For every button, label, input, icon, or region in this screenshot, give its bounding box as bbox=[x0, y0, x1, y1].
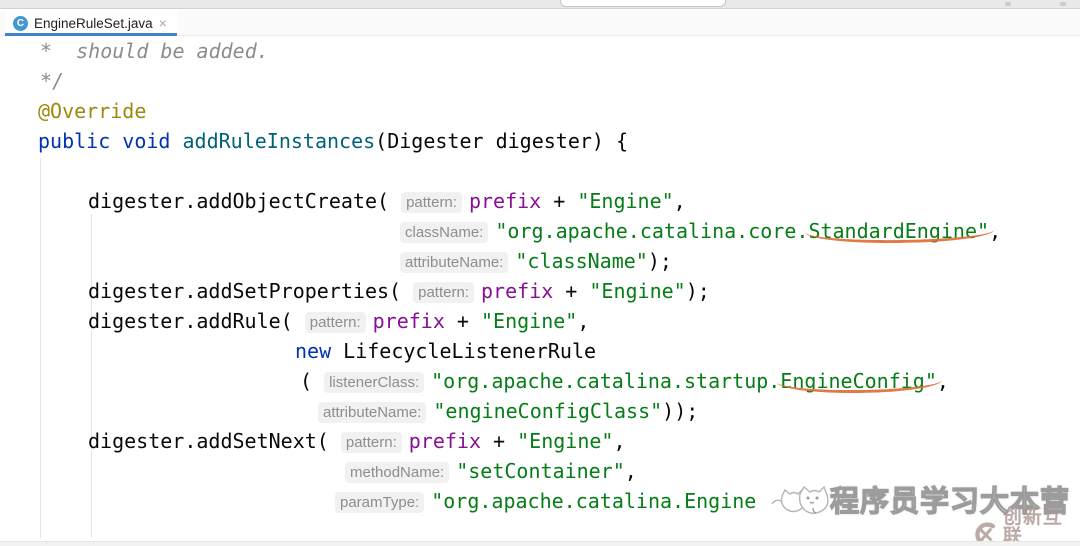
code-segment: + bbox=[481, 429, 518, 453]
code-segment: LifecycleListenerRule bbox=[343, 339, 597, 363]
ide-window: * should be added. */ @Override public void… bbox=[0, 0, 1080, 546]
parameter-hint: pattern: bbox=[340, 432, 402, 453]
editor-tab-bar: C EngineRuleSet.java × bbox=[0, 10, 1080, 36]
toolbar-icon-fragment bbox=[1005, 2, 1011, 6]
code-segment: "Engine" bbox=[481, 309, 578, 333]
code-line: className: "org.apache.catalina.core.Stan… bbox=[400, 216, 1001, 246]
code-segment: "engineConfigClass" bbox=[433, 399, 663, 423]
code-segment: prefix bbox=[468, 189, 542, 213]
parameter-hint: className: bbox=[400, 222, 489, 243]
code-segment: prefix bbox=[372, 309, 445, 333]
parameter-hint: paramType: bbox=[335, 492, 425, 513]
code-line: paramType: "org.apache.catalina.Engine bbox=[335, 486, 756, 516]
code-line: */ bbox=[40, 66, 64, 96]
code-segment: prefix bbox=[408, 429, 481, 453]
tab-label: EngineRuleSet.java bbox=[34, 15, 153, 31]
code-segment: "org.apache.catalina.startup. bbox=[431, 369, 781, 393]
tab-close-icon[interactable]: × bbox=[159, 16, 167, 30]
parameter-hint: attributeName: bbox=[318, 402, 427, 423]
toolbar-icon-fragment bbox=[1060, 2, 1066, 6]
code-editor[interactable]: * should be added. */ @Override public void… bbox=[0, 0, 1080, 546]
parameter-hint: methodName: bbox=[345, 462, 450, 483]
code-line: digester.addObjectCreate( pattern: prefix… bbox=[88, 186, 686, 216]
code-segment: addRuleInstances bbox=[182, 129, 376, 153]
code-line: digester.addSetProperties( pattern: prefi… bbox=[88, 276, 710, 306]
code-segment: + bbox=[553, 279, 590, 303]
code-segment: ); bbox=[647, 249, 672, 273]
code-segment: )); bbox=[662, 399, 699, 423]
code-segment: "className" bbox=[515, 249, 648, 273]
code-segment: digester.addRule( bbox=[88, 309, 305, 333]
code-line: attributeName: "engineConfigClass")); bbox=[318, 396, 698, 426]
code-segment: digester.addSetProperties( bbox=[88, 279, 414, 303]
code-segment: + bbox=[444, 309, 481, 333]
parameter-hint: attributeName: bbox=[400, 252, 509, 273]
code-line: attributeName: "className"); bbox=[400, 246, 672, 276]
code-segment: "Engine" bbox=[517, 429, 614, 453]
code-line: methodName: "setContainer", bbox=[345, 456, 637, 486]
code-line: public void addRuleInstances(Digester di… bbox=[38, 126, 628, 156]
code-line: digester.addSetNext( pattern: prefix + "E… bbox=[88, 426, 626, 456]
code-segment: "Engine" bbox=[577, 189, 674, 213]
code-segment: ( bbox=[300, 369, 325, 393]
code-segment: + bbox=[541, 189, 578, 213]
code-segment: "setContainer" bbox=[456, 459, 625, 483]
code-line: digester.addRule( pattern: prefix + "Engi… bbox=[88, 306, 589, 336]
indent-guide bbox=[40, 158, 41, 538]
code-segment: @Override bbox=[38, 99, 147, 123]
code-segment: , bbox=[673, 189, 686, 213]
parameter-hint: pattern: bbox=[401, 192, 462, 213]
code-segment: , bbox=[624, 459, 637, 483]
code-segment: "Engine" bbox=[589, 279, 686, 303]
code-line: ( listenerClass: "org.apache.catalina.sta… bbox=[300, 366, 949, 396]
code-segment: digester.addSetNext( bbox=[88, 429, 341, 453]
code-segment: "org.apache.catalina.Engine bbox=[431, 489, 757, 513]
code-segment: new bbox=[295, 339, 344, 363]
toolbar-search-field[interactable] bbox=[560, 0, 726, 7]
code-segment: digester.addObjectCreate( bbox=[88, 189, 402, 213]
code-segment: "org.apache.catalina.core. bbox=[495, 219, 809, 243]
parameter-hint: pattern: bbox=[304, 312, 366, 333]
parameter-hint: listenerClass: bbox=[324, 372, 425, 393]
indent-guide bbox=[91, 214, 92, 538]
underlined-code: StandardEngine" bbox=[808, 219, 990, 243]
window-toolbar-partial bbox=[0, 0, 1080, 9]
code-segment: * should be added. bbox=[40, 39, 269, 63]
code-segment: */ bbox=[40, 69, 65, 93]
parameter-hint: pattern: bbox=[413, 282, 474, 303]
code-segment: , bbox=[577, 309, 590, 333]
code-line: * should be added. bbox=[40, 36, 269, 66]
code-segment: public void bbox=[38, 129, 183, 153]
window-bottom-edge bbox=[0, 541, 1080, 546]
code-segment: (Digester digester) { bbox=[375, 129, 629, 153]
underlined-code: EngineConfig" bbox=[780, 369, 937, 393]
code-line: @Override bbox=[38, 96, 146, 126]
java-class-icon: C bbox=[13, 15, 28, 31]
code-segment: ); bbox=[685, 279, 710, 303]
active-tab-indicator bbox=[5, 33, 177, 36]
code-segment: , bbox=[613, 429, 626, 453]
code-line: new LifecycleListenerRule bbox=[295, 336, 596, 366]
code-segment: prefix bbox=[480, 279, 554, 303]
